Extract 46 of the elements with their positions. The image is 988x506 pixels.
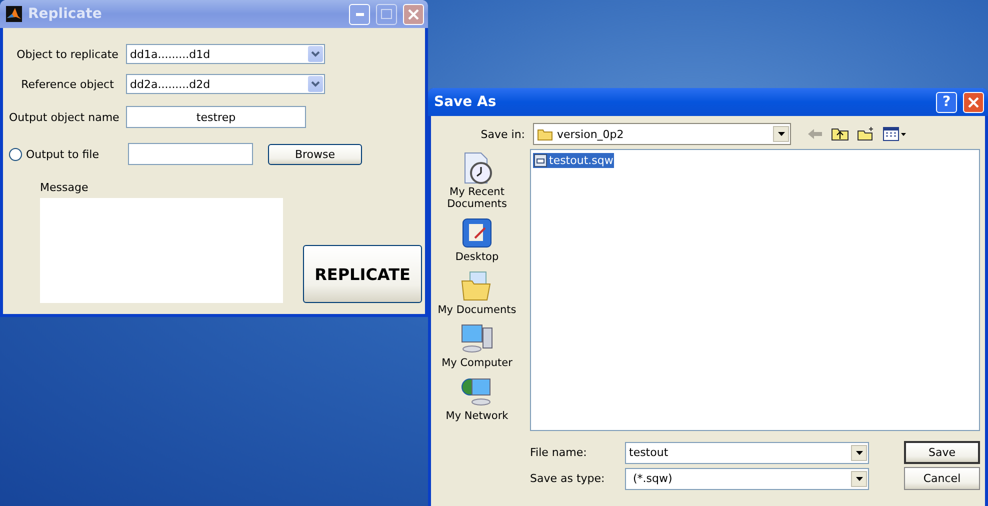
file-path-field[interactable]: [128, 143, 253, 165]
field-label: Output object name: [9, 110, 120, 124]
caret-down-icon: [856, 476, 862, 480]
file-icon: [534, 154, 547, 167]
save-button[interactable]: Save: [904, 441, 980, 464]
new-folder-icon[interactable]: [857, 127, 875, 141]
save-in-label: Save in:: [480, 128, 525, 140]
field-label: Reference object: [20, 78, 115, 90]
folder-icon: [537, 128, 553, 140]
message-label: Message: [40, 181, 90, 194]
places-item[interactable]: Desktop: [434, 216, 520, 263]
window-title: Replicate: [28, 6, 103, 22]
help-button[interactable]: ?: [936, 92, 957, 112]
places-item[interactable]: My Network: [434, 375, 520, 422]
file-item[interactable]: testout.sqw: [533, 153, 614, 168]
up-folder-icon[interactable]: [831, 127, 849, 141]
chevron-down-icon: [311, 81, 320, 87]
save-in-dropdown[interactable]: version_0p2: [533, 123, 791, 145]
caret-down-icon: [778, 132, 784, 136]
places-item[interactable]: My Recent Documents: [434, 151, 520, 210]
peak-logo-icon: [6, 6, 22, 22]
browse-button[interactable]: Browse: [268, 144, 362, 164]
places-item[interactable]: My Computer: [434, 322, 520, 369]
maximize-icon: [381, 9, 392, 19]
chevron-down-icon: [311, 51, 320, 57]
minimize-icon: [356, 12, 364, 16]
radio-label: Output to file: [26, 148, 100, 160]
reference-dropdown[interactable]: dd2a.........d2d: [126, 74, 325, 94]
file-name-label: File name:: [530, 446, 588, 459]
save-type-label: Save as type:: [530, 472, 606, 485]
close-icon: [408, 8, 419, 20]
dialog-title: Save As: [434, 94, 498, 110]
replicate-button[interactable]: REPLICATE: [303, 245, 422, 303]
save-type-dropdown[interactable]: (*.sqw): [625, 468, 869, 490]
view-menu-icon[interactable]: [883, 127, 907, 141]
object-dropdown[interactable]: dd1a.........d1d: [126, 44, 325, 64]
close-button[interactable]: [963, 92, 984, 112]
cancel-button[interactable]: Cancel: [904, 467, 980, 490]
close-icon: [968, 96, 979, 108]
desktop-icon: [460, 216, 494, 250]
places-item[interactable]: My Documents: [434, 269, 520, 316]
file-name-field[interactable]: testout: [625, 442, 869, 464]
radio-button[interactable]: [9, 148, 22, 160]
output-name-field[interactable]: testrep: [126, 106, 306, 128]
caret-down-icon: [856, 450, 862, 454]
field-label: Object to replicate: [16, 48, 120, 60]
